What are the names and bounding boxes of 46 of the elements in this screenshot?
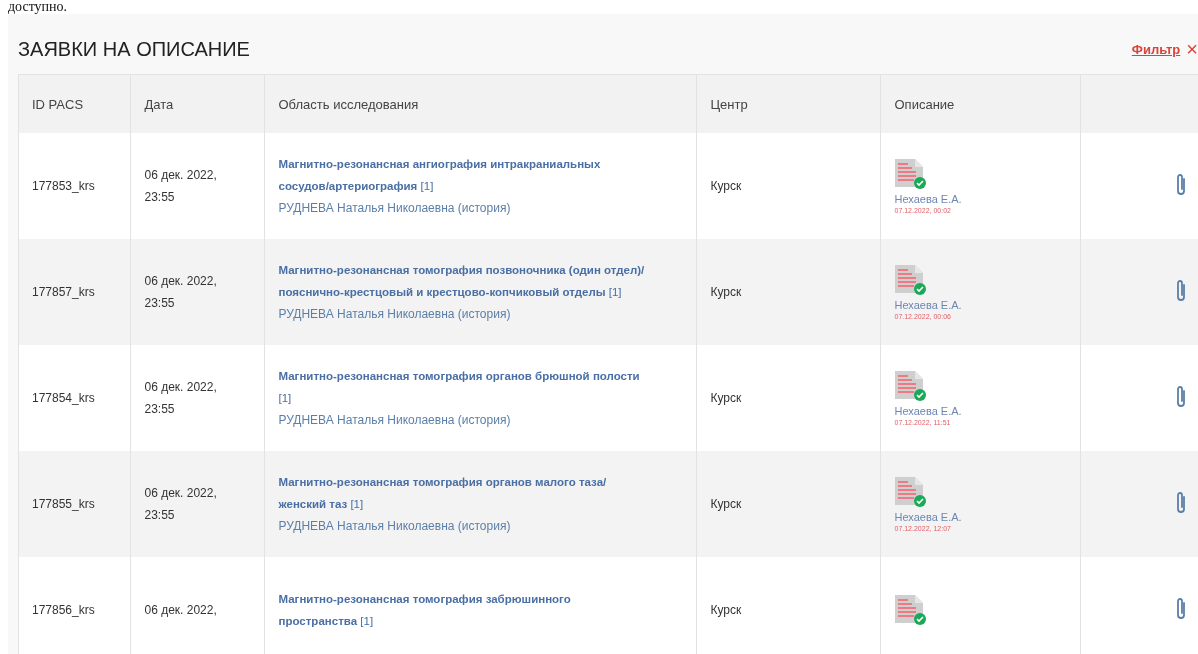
paperclip-icon[interactable] <box>1174 171 1188 198</box>
paperclip-icon[interactable] <box>1174 595 1188 622</box>
pacs-id: 177855_krs <box>32 497 95 511</box>
study-link[interactable]: Магнитно-резонансная томография органов брюшной полости [1] <box>278 365 649 409</box>
pacs-id: 177854_krs <box>32 391 95 405</box>
study-link[interactable]: Магнитно-резонансная томография органов малого таза/ женский таз [1] <box>278 471 649 515</box>
column-header: Дата <box>130 74 264 133</box>
date-text: 06 дек. 2022, 23:55 <box>144 379 218 418</box>
report-document-icon[interactable] <box>894 264 927 295</box>
author-name: Нехаева Е.А. <box>894 510 963 523</box>
patient-link[interactable]: РУДНЕВА Наталья Николаевна (история) <box>278 303 682 325</box>
report-document-icon[interactable] <box>894 595 927 625</box>
filter-link[interactable]: Фильтр <box>1131 41 1181 57</box>
pacs-id: 177857_krs <box>32 285 95 299</box>
report-document-icon[interactable] <box>894 370 927 401</box>
center-text: Курск <box>710 179 742 193</box>
column-header: ID PACS <box>18 74 130 133</box>
center-text: Курск <box>710 603 742 617</box>
author-name: Нехаева Е.А. <box>894 404 963 417</box>
report-document-icon[interactable] <box>894 476 927 507</box>
paperclip-icon[interactable] <box>1174 489 1188 516</box>
document-text: доступно. <box>7 0 69 14</box>
column-header: Область исследования <box>264 74 696 133</box>
date-text: 06 дек. 2022, <box>144 602 218 619</box>
study-link[interactable]: Магнитно-резонансная ангиография интракраниальных сосудов/артериография [1] <box>278 153 649 197</box>
date-text: 06 дек. 2022, 23:55 <box>144 485 218 524</box>
report-document-icon[interactable] <box>894 158 927 189</box>
patient-link[interactable]: РУДНЕВА Наталья Николаевна (история) <box>278 197 682 219</box>
center-text: Курск <box>710 285 742 299</box>
paperclip-icon[interactable] <box>1174 383 1188 410</box>
author-name: Нехаева Е.А. <box>894 192 963 205</box>
patient-link[interactable]: РУДНЕВА Наталья Николаевна (история) <box>278 515 682 537</box>
study-link[interactable]: Магнитно-резонансная томография позвоночника (один отдел)/пояснично-крестцовый и крестцово-копчиковый отделы [1] <box>278 259 649 303</box>
column-header: Описание <box>880 74 1080 133</box>
center-text: Курск <box>710 391 742 405</box>
center-text: Курск <box>710 497 742 511</box>
date-text: 06 дек. 2022, 23:55 <box>144 167 218 206</box>
pacs-id: 177853_krs <box>32 179 95 193</box>
clear-filter-button[interactable]: × <box>1186 39 1198 59</box>
pacs-id: 177856_krs <box>32 603 95 617</box>
author-name: Нехаева Е.А. <box>894 298 963 311</box>
column-header: Центр <box>696 74 880 133</box>
patient-link[interactable]: РУДНЕВА Наталья Николаевна (история) <box>278 409 682 431</box>
date-text: 06 дек. 2022, 23:55 <box>144 273 218 312</box>
paperclip-icon[interactable] <box>1174 277 1188 304</box>
panel-title: ЗАЯВКИ НА ОПИСАНИЕ <box>18 37 250 61</box>
